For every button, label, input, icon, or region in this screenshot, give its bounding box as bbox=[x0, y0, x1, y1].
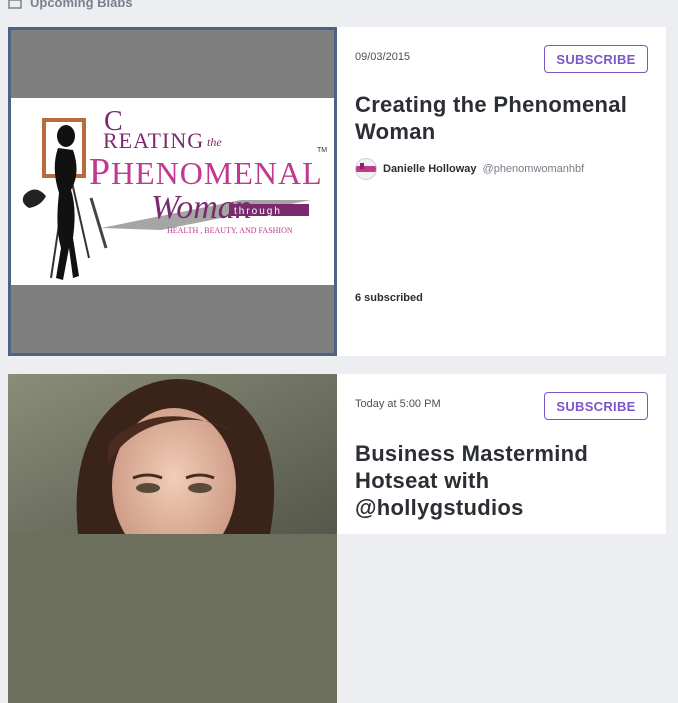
blab-title[interactable]: Creating the Phenomenal Woman bbox=[355, 91, 645, 145]
blab-thumbnail[interactable] bbox=[8, 374, 337, 703]
subscribe-button[interactable]: SUBSCRIBE bbox=[544, 45, 648, 73]
section-header: Upcoming Blabs bbox=[8, 0, 133, 12]
blab-card[interactable]: Today at 5:00 PM SUBSCRIBE Business Mast… bbox=[8, 374, 666, 703]
host-name[interactable]: Danielle Holloway bbox=[383, 163, 477, 175]
logo-through-text: through bbox=[234, 206, 282, 217]
svg-text:C: C bbox=[104, 106, 123, 137]
avatar[interactable] bbox=[355, 158, 377, 180]
blab-logo-image: REATING C the P HENOMENAL TM Woman throu… bbox=[11, 98, 334, 285]
logo-the-text: the bbox=[207, 135, 222, 149]
host-photo bbox=[8, 374, 337, 564]
blab-details: Today at 5:00 PM SUBSCRIBE Business Mast… bbox=[355, 374, 666, 534]
logo-phenomenal-text: HENOMENAL bbox=[111, 155, 323, 191]
blab-date: 09/03/2015 bbox=[355, 51, 411, 63]
blab-title[interactable]: Business Mastermind Hotseat with @hollyg… bbox=[355, 440, 645, 521]
blab-host[interactable]: Danielle Holloway @phenomwomanhbf bbox=[355, 158, 584, 180]
calendar-icon bbox=[8, 0, 22, 9]
svg-text:P: P bbox=[89, 151, 110, 193]
host-handle[interactable]: @phenomwomanhbf bbox=[483, 163, 585, 175]
subscribe-button[interactable]: SUBSCRIBE bbox=[544, 392, 648, 420]
section-title: Upcoming Blabs bbox=[30, 0, 133, 10]
logo-tagline-text: HEALTH , BEAUTY, AND FASHION bbox=[167, 226, 293, 235]
blab-card[interactable]: REATING C the P HENOMENAL TM Woman throu… bbox=[8, 27, 666, 356]
blab-thumbnail[interactable]: REATING C the P HENOMENAL TM Woman throu… bbox=[8, 27, 337, 356]
blab-details: 09/03/2015 SUBSCRIBE Creating the Phenom… bbox=[355, 27, 666, 356]
blab-date: Today at 5:00 PM bbox=[355, 398, 441, 410]
logo-tm-text: TM bbox=[317, 147, 327, 154]
subscribed-count: 6 subscribed bbox=[355, 292, 423, 304]
